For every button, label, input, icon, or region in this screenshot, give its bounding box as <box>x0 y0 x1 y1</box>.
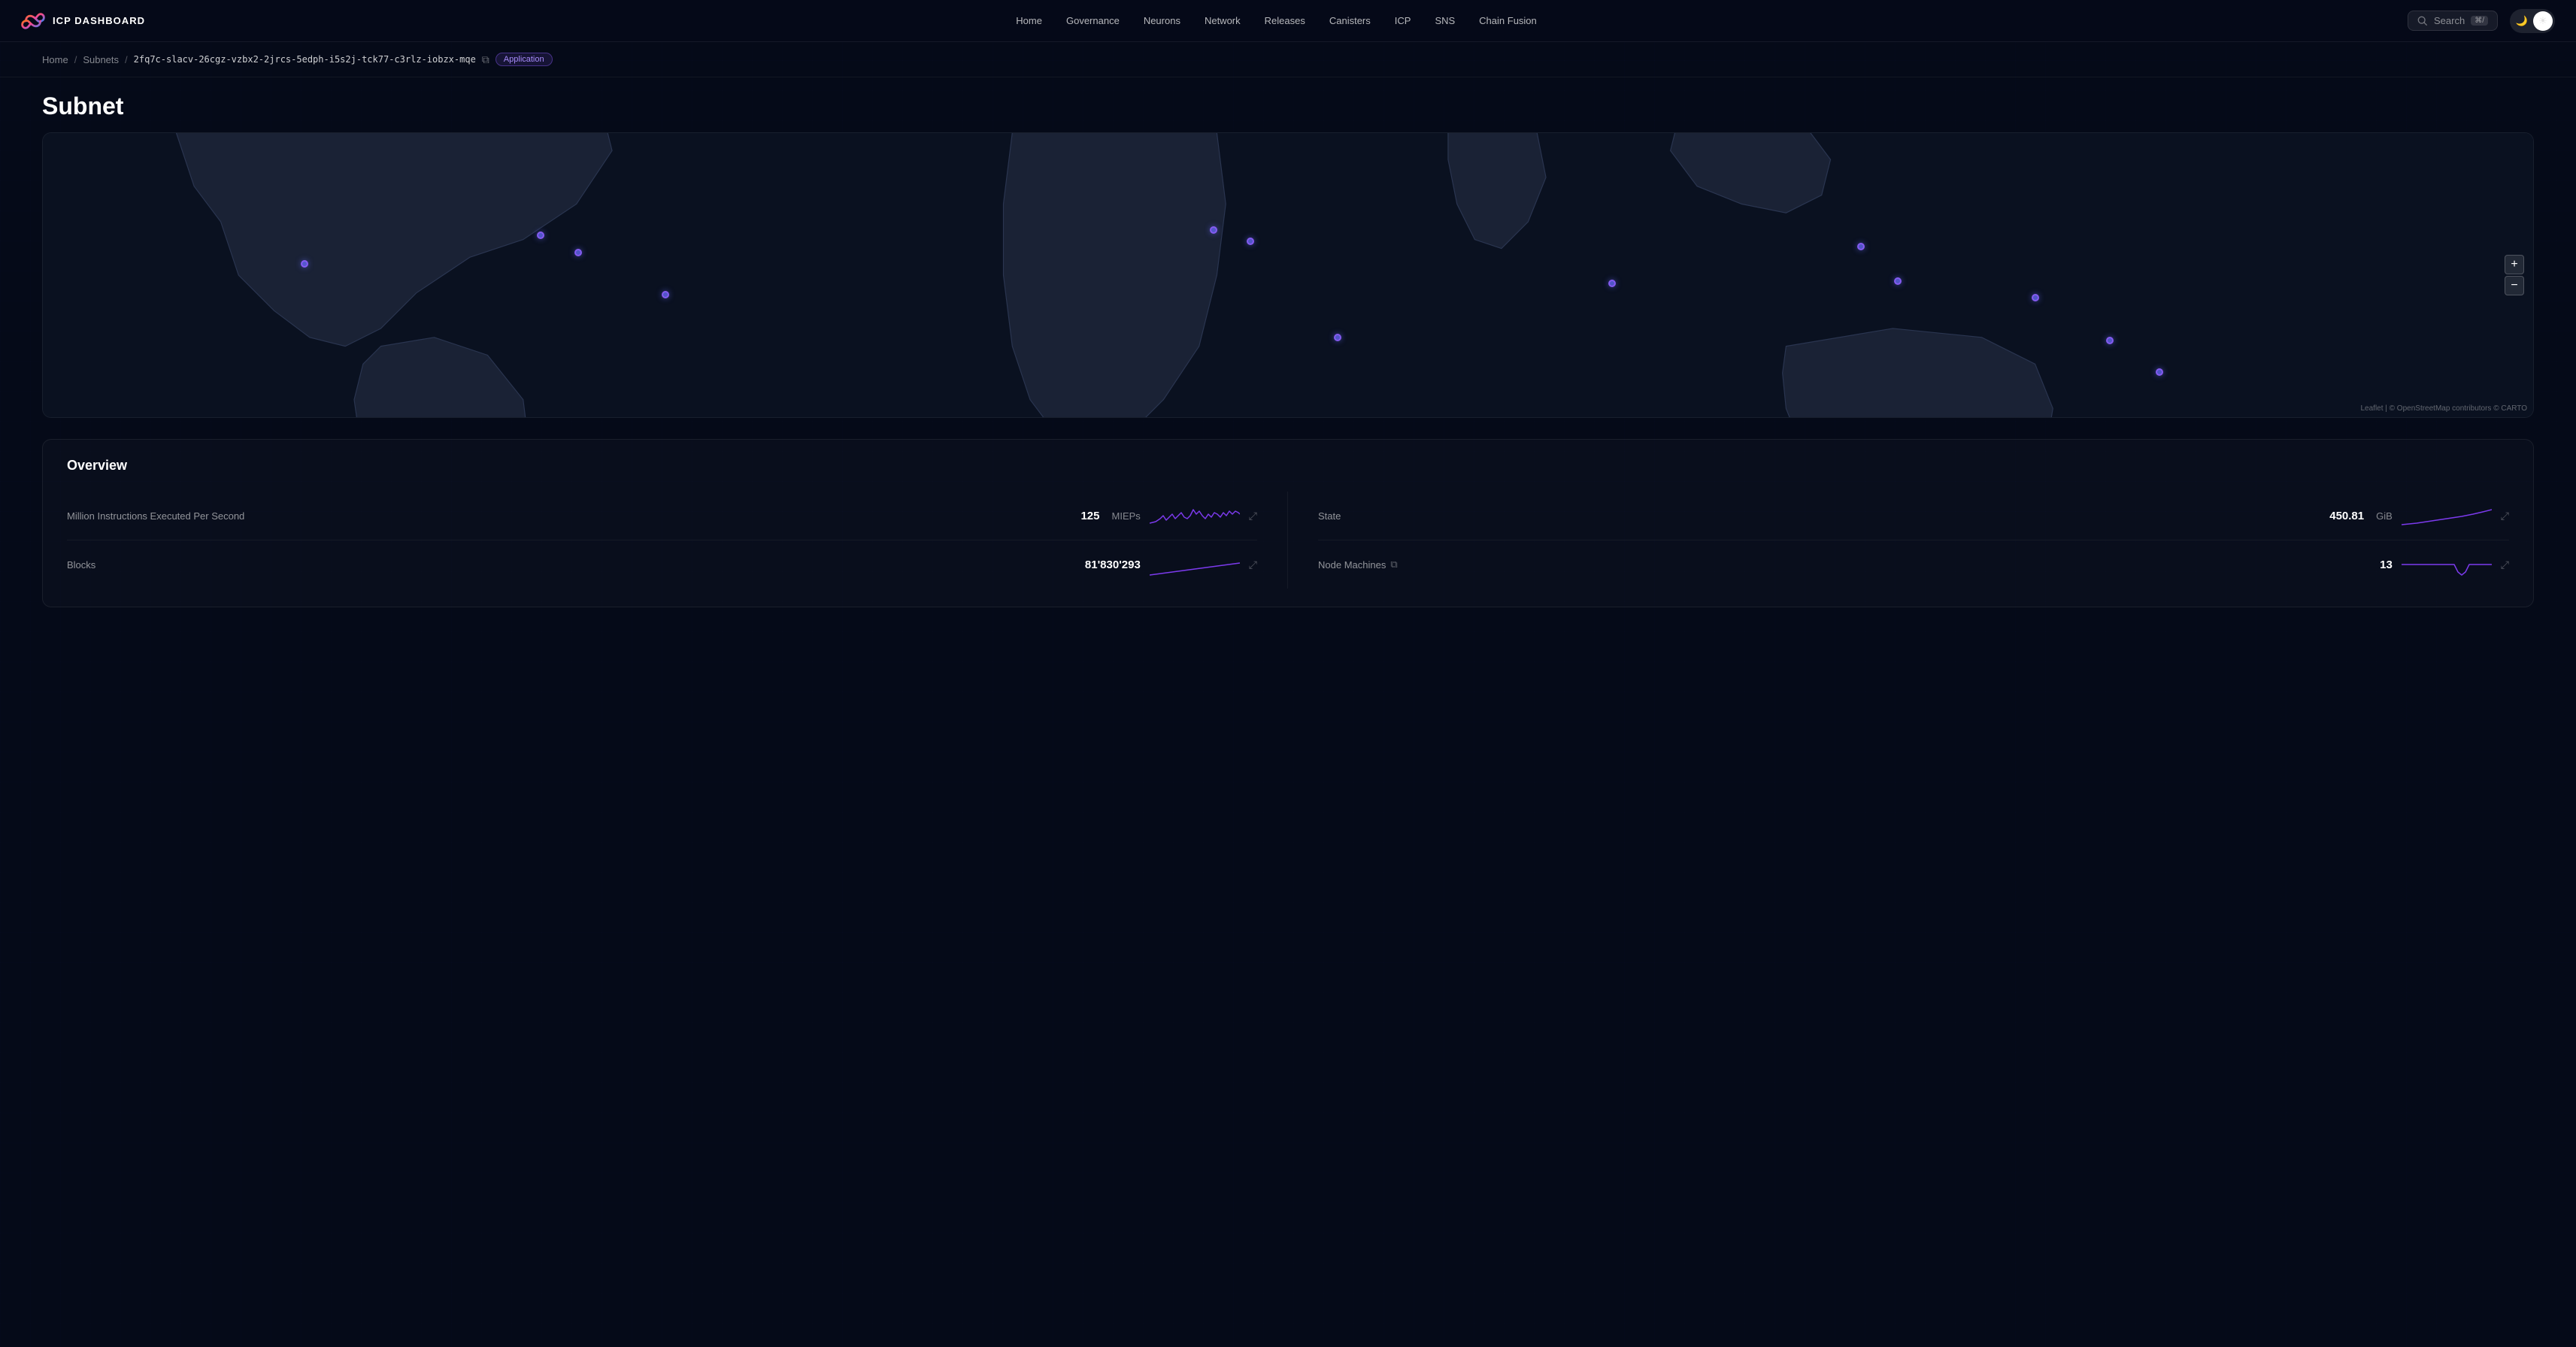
metric-miep-value-area: 125 MIEPs ⤢ <box>1080 502 1257 529</box>
metric-blocks-label: Blocks <box>67 559 95 571</box>
metric-miep-value: 125 <box>1080 510 1099 522</box>
nav-releases[interactable]: Releases <box>1254 11 1316 31</box>
node-machines-external-link-icon[interactable]: ⧉ <box>1390 558 1397 571</box>
nav-neurons[interactable]: Neurons <box>1133 11 1191 31</box>
metric-state: State 450.81 GiB ⤢ <box>1318 492 2509 540</box>
nodes-sparkline <box>2402 551 2492 578</box>
nodes-expand-icon[interactable]: ⤢ <box>2501 558 2509 571</box>
map-zoom-in[interactable]: + <box>2505 255 2524 274</box>
main-nav: Home Governance Neurons Network Releases… <box>1005 11 1547 31</box>
overview-section: Overview Million Instructions Executed P… <box>42 439 2534 607</box>
metric-nodes-value-area: 13 ⤢ <box>2380 551 2509 578</box>
node-dot-7 <box>1334 334 1341 341</box>
breadcrumb-sep-2: / <box>125 54 128 65</box>
node-dot-4 <box>1210 226 1217 234</box>
state-sparkline <box>2402 502 2492 529</box>
node-dot-10 <box>1894 277 1902 285</box>
breadcrumb: Home / Subnets / 2fq7c-slacv-26cgz-vzbx2… <box>0 42 2576 77</box>
search-icon <box>2417 16 2428 26</box>
metric-node-machines: Node Machines ⧉ 13 ⤢ <box>1318 540 2509 589</box>
toggle-light[interactable]: ☀ <box>2533 11 2553 31</box>
overview-col-right: State 450.81 GiB ⤢ Node Machines <box>1288 492 2509 589</box>
overview-grid: Million Instructions Executed Per Second… <box>67 492 2509 589</box>
toggle-dark[interactable]: 🌙 <box>2512 11 2532 31</box>
metric-state-label: State <box>1318 510 1341 522</box>
overview-title: Overview <box>67 458 2509 474</box>
breadcrumb-subnet-id: 2fq7c-slacv-26cgz-vzbx2-2jrcs-5edph-i5s2… <box>134 54 476 65</box>
map-zoom-out[interactable]: − <box>2505 276 2524 295</box>
search-shortcut: ⌘/ <box>2471 16 2488 26</box>
node-dot-3 <box>301 260 308 268</box>
breadcrumb-sep-1: / <box>74 54 77 65</box>
nav-governance[interactable]: Governance <box>1056 11 1130 31</box>
overview-col-left: Million Instructions Executed Per Second… <box>67 492 1288 589</box>
node-dot-6 <box>662 291 669 298</box>
map-attribution: Leaflet | © OpenStreetMap contributors ©… <box>2360 404 2527 413</box>
copy-icon[interactable]: ⧉ <box>482 53 489 66</box>
search-label: Search <box>2434 15 2465 26</box>
node-dot-11 <box>2032 294 2039 301</box>
metric-nodes-value: 13 <box>2380 558 2393 571</box>
metric-state-value: 450.81 <box>2329 510 2364 522</box>
breadcrumb-subnets[interactable]: Subnets <box>83 54 119 65</box>
state-expand-icon[interactable]: ⤢ <box>2501 510 2509 522</box>
map-controls: + − <box>2505 255 2524 295</box>
theme-toggle[interactable]: 🌙 ☀ <box>2510 9 2555 33</box>
nav-network[interactable]: Network <box>1194 11 1251 31</box>
nav-icp[interactable]: ICP <box>1384 11 1422 31</box>
node-dot-1 <box>537 232 544 239</box>
metric-miep-label: Million Instructions Executed Per Second <box>67 510 244 522</box>
node-dot-8 <box>1608 280 1616 287</box>
map-container[interactable]: + − Leaflet | © OpenStreetMap contributo… <box>42 132 2534 418</box>
metric-nodes-label: Node Machines <box>1318 559 1386 571</box>
blocks-sparkline <box>1150 551 1240 578</box>
header: ICP DASHBOARD Home Governance Neurons Ne… <box>0 0 2576 42</box>
metric-miep: Million Instructions Executed Per Second… <box>67 492 1257 540</box>
nav-canisters[interactable]: Canisters <box>1319 11 1381 31</box>
miep-expand-icon[interactable]: ⤢ <box>1249 510 1257 522</box>
nav-home[interactable]: Home <box>1005 11 1053 31</box>
subnet-type-badge: Application <box>496 53 553 66</box>
nav-sns[interactable]: SNS <box>1424 11 1465 31</box>
search-bar[interactable]: Search ⌘/ <box>2408 11 2498 31</box>
blocks-expand-icon[interactable]: ⤢ <box>1249 558 1257 571</box>
logo-area[interactable]: ICP DASHBOARD <box>21 9 145 33</box>
breadcrumb-home[interactable]: Home <box>42 54 68 65</box>
nav-chain-fusion[interactable]: Chain Fusion <box>1468 11 1547 31</box>
logo-icon <box>21 9 45 33</box>
logo-text: ICP DASHBOARD <box>53 15 145 26</box>
node-dot-2 <box>574 249 582 256</box>
header-right: Search ⌘/ 🌙 ☀ <box>2408 9 2555 33</box>
page-title: Subnet <box>42 77 2534 132</box>
metric-blocks-value-area: 81'830'293 ⤢ <box>1085 551 1257 578</box>
miep-sparkline <box>1150 502 1240 529</box>
metric-blocks-value: 81'830'293 <box>1085 558 1141 571</box>
metric-blocks: Blocks 81'830'293 ⤢ <box>67 540 1257 589</box>
metric-state-unit: GiB <box>2376 510 2393 522</box>
metric-miep-unit: MIEPs <box>1112 510 1141 522</box>
page-content: Subnet <box>0 77 2576 607</box>
node-dot-9 <box>1857 243 1865 250</box>
node-dot-13 <box>2156 368 2163 376</box>
node-dot-5 <box>1247 238 1254 245</box>
node-dot-12 <box>2106 337 2114 344</box>
metric-state-value-area: 450.81 GiB ⤢ <box>2329 502 2509 529</box>
